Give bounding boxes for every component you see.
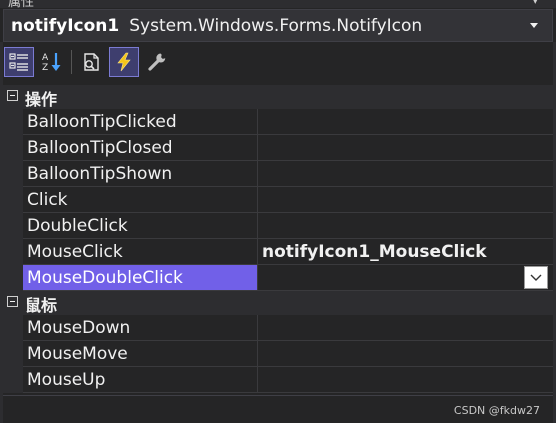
property-row[interactable]: MouseMove <box>3 341 553 367</box>
property-value[interactable] <box>258 341 553 367</box>
categorized-icon <box>9 53 28 71</box>
description-pane: CSDN @fkdw27 <box>3 395 553 423</box>
title-bar: 属性 ▾ <box>0 0 556 8</box>
row-gutter <box>3 367 23 393</box>
property-row-selected[interactable]: MouseDoubleClick <box>3 265 553 291</box>
property-row[interactable]: DoubleClick <box>3 213 553 239</box>
property-value[interactable] <box>258 367 553 393</box>
object-type: System.Windows.Forms.NotifyIcon <box>129 15 423 36</box>
svg-text:A: A <box>42 53 49 63</box>
lightning-icon <box>117 52 131 72</box>
property-name[interactable]: MouseUp <box>23 367 258 393</box>
property-row[interactable]: MouseUp <box>3 367 553 393</box>
row-gutter <box>3 187 23 213</box>
alphabetical-icon: A Z <box>42 53 61 73</box>
property-value[interactable] <box>258 213 553 239</box>
property-value[interactable] <box>258 135 553 161</box>
property-value[interactable] <box>258 187 553 213</box>
chevron-down-icon <box>530 274 542 281</box>
chevron-down-icon <box>530 23 538 28</box>
window-title: 属性 <box>8 0 35 8</box>
property-row[interactable]: BalloonTipClicked <box>3 109 553 135</box>
property-value-editor[interactable] <box>258 265 553 291</box>
value-dropdown-button[interactable] <box>524 266 548 289</box>
properties-window: 属性 ▾ notifyIcon1 System.Windows.Forms.No… <box>0 0 556 423</box>
row-gutter <box>3 239 23 265</box>
property-row[interactable]: MouseClick notifyIcon1_MouseClick <box>3 239 553 265</box>
wrench-icon <box>148 53 166 71</box>
collapse-icon[interactable] <box>7 90 18 101</box>
collapse-icon[interactable] <box>7 296 18 307</box>
object-selector-dropdown[interactable]: notifyIcon1 System.Windows.Forms.NotifyI… <box>3 9 553 42</box>
property-name[interactable]: BalloonTipShown <box>23 161 258 187</box>
row-gutter <box>3 109 23 135</box>
property-row[interactable]: BalloonTipClosed <box>3 135 553 161</box>
property-grid: 操作 BalloonTipClicked BalloonTipClosed Ba… <box>3 85 553 395</box>
property-name[interactable]: Click <box>23 187 258 213</box>
category-label: 鼠标 <box>25 296 58 315</box>
row-gutter <box>3 315 23 341</box>
property-value[interactable] <box>258 109 553 135</box>
window-menu-icon[interactable]: ▾ <box>532 0 538 7</box>
alphabetical-button[interactable]: A Z <box>37 47 67 77</box>
events-button[interactable] <box>109 47 139 77</box>
svg-text:Z: Z <box>42 63 48 73</box>
row-gutter <box>3 265 23 291</box>
property-name[interactable]: MouseDown <box>23 315 258 341</box>
property-name[interactable]: MouseDoubleClick <box>23 265 258 291</box>
property-name[interactable]: BalloonTipClosed <box>23 135 258 161</box>
property-row[interactable]: MouseDown <box>3 315 553 341</box>
property-name[interactable]: DoubleClick <box>23 213 258 239</box>
row-gutter <box>3 161 23 187</box>
toolbar: A Z <box>3 44 553 80</box>
category-label: 操作 <box>25 90 58 109</box>
object-name: notifyIcon1 <box>11 15 120 36</box>
toolbar-separator <box>71 50 72 74</box>
property-row[interactable]: BalloonTipShown <box>3 161 553 187</box>
row-gutter <box>3 341 23 367</box>
property-pages-button[interactable] <box>142 47 172 77</box>
property-value[interactable] <box>258 315 553 341</box>
property-value-handler[interactable]: notifyIcon1_MouseClick <box>258 239 553 265</box>
category-header[interactable]: 操作 <box>3 85 553 109</box>
property-value[interactable] <box>258 161 553 187</box>
watermark: CSDN @fkdw27 <box>453 404 540 417</box>
property-name[interactable]: MouseClick <box>23 239 258 265</box>
property-name[interactable]: BalloonTipClicked <box>23 109 258 135</box>
category-header[interactable]: 鼠标 <box>3 291 553 315</box>
property-row[interactable]: Click <box>3 187 553 213</box>
categorized-button[interactable] <box>4 47 34 77</box>
properties-button[interactable] <box>76 47 106 77</box>
row-gutter <box>3 135 23 161</box>
window-border <box>0 42 3 423</box>
row-gutter <box>3 213 23 239</box>
properties-icon <box>84 53 99 71</box>
property-name[interactable]: MouseMove <box>23 341 258 367</box>
